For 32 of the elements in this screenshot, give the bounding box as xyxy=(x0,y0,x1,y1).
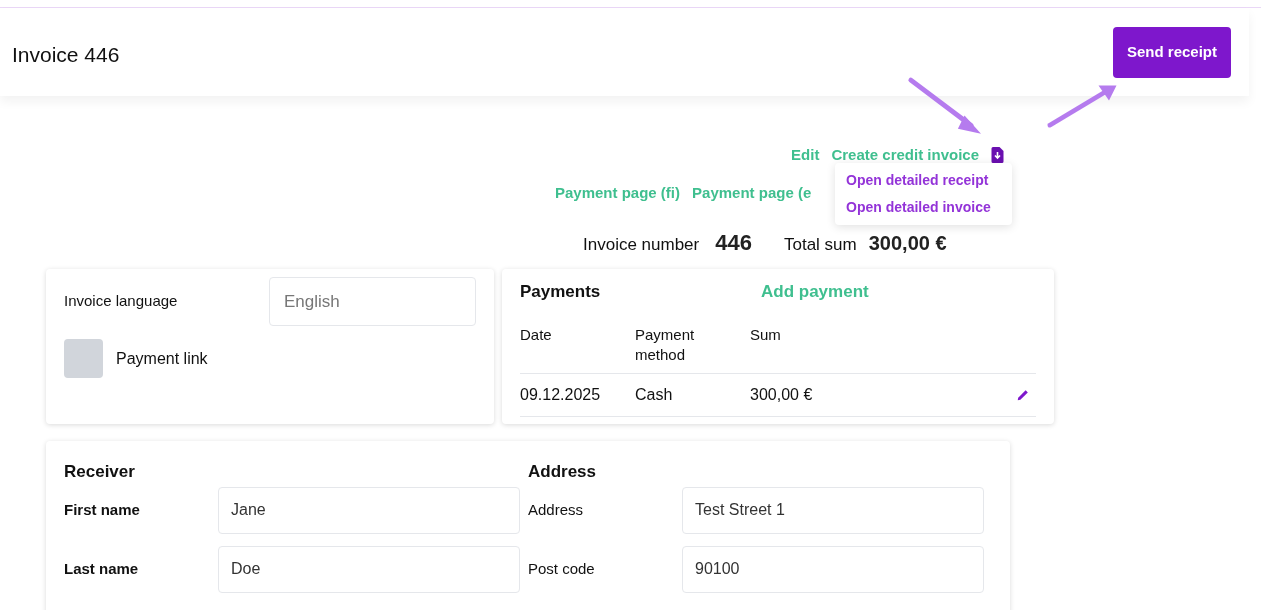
annotation-arrow xyxy=(1047,85,1117,128)
invoice-number-label: Invoice number xyxy=(583,234,700,256)
field-label: Post code xyxy=(528,558,596,579)
page-title: Invoice 446 xyxy=(12,42,120,68)
field-label: Invoice language xyxy=(64,291,179,312)
table-cell-text: 09.12.2025 xyxy=(520,384,602,405)
checkbox[interactable] xyxy=(64,339,103,378)
table-cell-text: 300,00 € xyxy=(750,384,814,405)
section-title: Address xyxy=(528,461,598,483)
text-field[interactable]: Jane xyxy=(218,486,520,534)
language-field[interactable]: English xyxy=(269,277,476,326)
column-header: Sum xyxy=(750,324,782,345)
text-field[interactable]: 90100 xyxy=(682,545,984,593)
text-field[interactable]: Test Street 1 xyxy=(682,486,984,534)
menu-item[interactable]: Open detailed receipt xyxy=(835,167,1012,194)
total-sum-label: Total sum xyxy=(783,234,857,256)
field-label: First name xyxy=(64,499,141,520)
text-field[interactable]: Doe xyxy=(218,545,520,593)
edit-pencil-icon[interactable] xyxy=(1016,387,1030,402)
field-label: Address xyxy=(528,499,585,520)
column-header: Date xyxy=(520,324,553,345)
total-sum: 300,00 € xyxy=(868,231,947,256)
field-label: Last name xyxy=(64,558,140,579)
download-file-icon[interactable] xyxy=(991,147,1004,164)
section-title: Receiver xyxy=(64,461,136,483)
send-receipt-button[interactable]: Send receipt xyxy=(1113,27,1231,78)
payments-title: Payments xyxy=(520,281,602,303)
column-header: Payment method xyxy=(635,324,696,365)
checkbox-label: Payment link xyxy=(116,348,208,369)
menu-item[interactable]: Open detailed invoice xyxy=(835,194,1012,221)
table-cell-text: Cash xyxy=(635,384,674,405)
invoice-number: 446 xyxy=(715,229,752,257)
